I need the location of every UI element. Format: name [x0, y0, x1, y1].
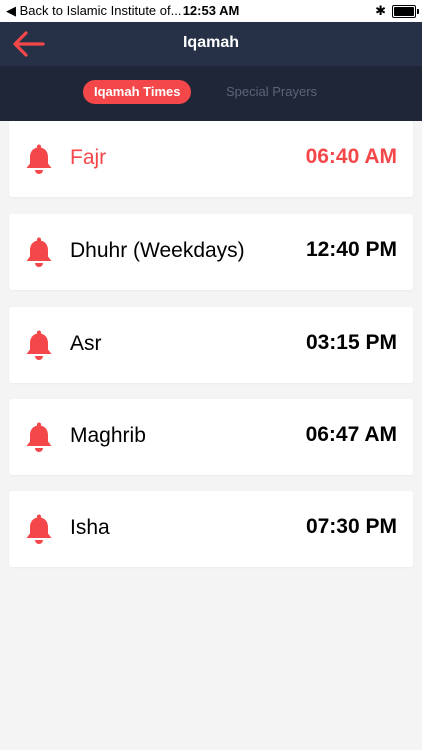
navigation-bar: Iqamah	[0, 22, 422, 66]
bell-icon[interactable]	[25, 143, 53, 175]
prayer-name: Isha	[70, 516, 110, 539]
bell-icon[interactable]	[25, 513, 53, 545]
prayer-row-isha[interactable]: Isha 07:30 PM	[9, 491, 413, 567]
bell-icon[interactable]	[25, 236, 53, 268]
prayer-name: Asr	[70, 332, 102, 355]
status-time: 12:53 AM	[182, 3, 240, 18]
battery-icon	[392, 5, 419, 18]
status-bar: ◀ Back to Islamic Institute of... 12:53 …	[0, 0, 422, 22]
tab-special-prayers[interactable]: Special Prayers	[226, 80, 317, 104]
prayer-time: 06:40 AM	[305, 145, 397, 168]
prayer-list: Fajr 06:40 AM Dhuhr (Weekdays) 12:40 PM …	[0, 121, 422, 750]
prayer-row-maghrib[interactable]: Maghrib 06:47 AM	[9, 399, 413, 475]
segmented-control: Iqamah Times Special Prayers	[0, 66, 422, 121]
prayer-name: Dhuhr (Weekdays)	[70, 239, 245, 262]
prayer-time: 03:15 PM	[305, 331, 397, 354]
prayer-time: 07:30 PM	[305, 515, 397, 538]
page-title: Iqamah	[182, 34, 239, 51]
bell-icon[interactable]	[25, 329, 53, 361]
prayer-time: 12:40 PM	[305, 238, 397, 261]
bluetooth-icon: ✱	[375, 3, 386, 18]
prayer-row-fajr[interactable]: Fajr 06:40 AM	[9, 121, 413, 197]
bell-icon[interactable]	[25, 421, 53, 453]
prayer-name: Fajr	[70, 146, 107, 169]
prayer-row-asr[interactable]: Asr 03:15 PM	[9, 307, 413, 383]
tab-iqamah-times[interactable]: Iqamah Times	[83, 80, 192, 104]
prayer-row-dhuhr[interactable]: Dhuhr (Weekdays) 12:40 PM	[9, 214, 413, 290]
prayer-name: Maghrib	[70, 424, 146, 447]
prayer-time: 06:47 AM	[305, 423, 397, 446]
